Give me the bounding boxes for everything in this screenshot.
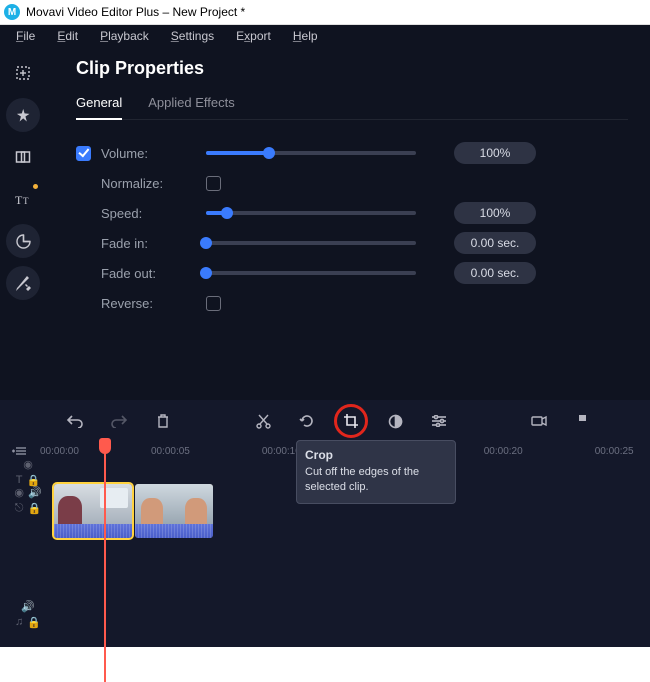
properties-panel: Clip Properties General Applied Effects … <box>46 46 650 400</box>
speed-label: Speed: <box>101 206 196 221</box>
window-titlebar: M Movavi Video Editor Plus – New Project… <box>0 0 650 24</box>
redo-button[interactable] <box>108 410 130 432</box>
delete-button[interactable] <box>152 410 174 432</box>
color-button[interactable] <box>384 410 406 432</box>
menu-playback[interactable]: Playback <box>90 27 159 45</box>
ruler-mark: 00:00:20 <box>484 446 523 457</box>
fadeout-value[interactable]: 0.00 sec. <box>454 262 536 284</box>
marker-button[interactable] <box>572 410 594 432</box>
record-button[interactable] <box>528 410 550 432</box>
menu-edit[interactable]: Edit <box>47 27 88 45</box>
speed-value[interactable]: 100% <box>454 202 536 224</box>
split-button[interactable] <box>252 410 274 432</box>
sidebar-stickers[interactable] <box>6 224 40 258</box>
rotate-button[interactable] <box>296 410 318 432</box>
sidebar-more-tools[interactable] <box>6 266 40 300</box>
volume-slider[interactable] <box>206 151 416 155</box>
speaker-icon[interactable]: 🔊 <box>28 486 42 499</box>
volume-checkbox[interactable] <box>76 146 91 161</box>
video-clip-2[interactable] <box>135 484 213 538</box>
panel-heading: Clip Properties <box>76 58 628 79</box>
menu-file[interactable]: File <box>6 27 45 45</box>
tooltip-body: Cut off the edges of the selected clip. <box>305 465 447 495</box>
svg-text:T: T <box>15 193 23 206</box>
panel-tabs: General Applied Effects <box>76 95 628 120</box>
lock-icon[interactable]: 🔒 <box>28 502 42 515</box>
reverse-label: Reverse: <box>101 296 196 311</box>
sidebar-titles[interactable]: TT <box>6 182 40 216</box>
reverse-checkbox[interactable] <box>206 296 221 311</box>
eye-icon[interactable]: ◉ <box>23 458 33 471</box>
timeline: Crop Cut off the edges of the selected c… <box>0 400 650 647</box>
sidebar-import[interactable] <box>6 56 40 90</box>
crop-button[interactable] <box>340 410 362 432</box>
ruler-mark: 00:00:00 <box>40 446 79 457</box>
lock-icon[interactable]: 🔒 <box>27 474 41 487</box>
menu-help[interactable]: Help <box>283 27 328 45</box>
normalize-label: Normalize: <box>101 176 196 191</box>
volume-value[interactable]: 100% <box>454 142 536 164</box>
video-clip-1[interactable] <box>54 484 132 538</box>
link-icon[interactable]: ⎋ <box>15 502 24 515</box>
timeline-toolbar <box>0 400 650 442</box>
tooltip-title: Crop <box>305 447 447 463</box>
crop-tooltip: Crop Cut off the edges of the selected c… <box>296 440 456 504</box>
add-track-button[interactable] <box>12 446 30 456</box>
fadein-slider[interactable] <box>206 241 416 245</box>
menu-settings[interactable]: Settings <box>161 27 224 45</box>
volume-label: Volume: <box>101 146 196 161</box>
fadein-label: Fade in: <box>101 236 196 251</box>
normalize-checkbox[interactable] <box>206 176 221 191</box>
fadeout-label: Fade out: <box>101 266 196 281</box>
tab-general[interactable]: General <box>76 95 122 120</box>
fadein-value[interactable]: 0.00 sec. <box>454 232 536 254</box>
menubar: File Edit Playback Settings Export Help <box>0 24 650 46</box>
sidebar-transitions[interactable] <box>6 140 40 174</box>
sidebar: TT <box>0 46 46 400</box>
clip-properties-button[interactable] <box>428 410 450 432</box>
svg-text:T: T <box>23 196 29 206</box>
playhead[interactable] <box>104 442 106 682</box>
eye-icon[interactable]: ◉ <box>14 486 24 499</box>
lock-icon[interactable]: 🔒 <box>27 616 41 629</box>
undo-button[interactable] <box>64 410 86 432</box>
sidebar-filters[interactable] <box>6 98 40 132</box>
menu-export[interactable]: Export <box>226 27 281 45</box>
ruler-mark: 00:00:05 <box>151 446 190 457</box>
ruler-mark: 00:00:10 <box>262 446 301 457</box>
window-title: Movavi Video Editor Plus – New Project * <box>26 5 245 19</box>
audio-track-header[interactable]: 🔊♫🔒 <box>0 602 650 626</box>
app-icon: M <box>4 4 20 20</box>
speed-slider[interactable] <box>206 211 416 215</box>
fadeout-slider[interactable] <box>206 271 416 275</box>
speaker-icon[interactable]: 🔊 <box>21 600 35 613</box>
ruler-mark: 00:00:25 <box>595 446 634 457</box>
tab-applied-effects[interactable]: Applied Effects <box>148 95 234 119</box>
